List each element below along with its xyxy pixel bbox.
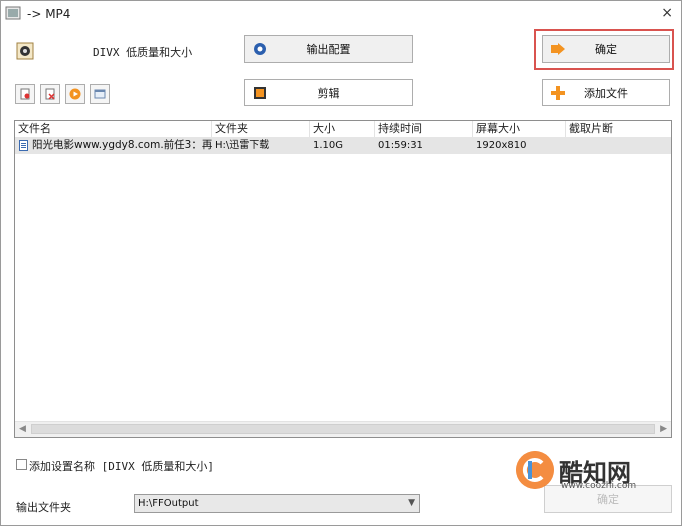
media-info-button[interactable] <box>90 84 110 104</box>
column-header-resolution[interactable]: 屏幕大小 <box>473 121 566 137</box>
scroll-right-icon[interactable]: ▶ <box>660 424 667 434</box>
coozhi-logo-icon <box>516 451 554 489</box>
output-config-label: 输出配置 <box>306 43 351 56</box>
new-file-icon <box>20 88 30 100</box>
play-button[interactable] <box>65 84 85 104</box>
confirm-label: 确定 <box>595 43 617 56</box>
scrollbar-thumb[interactable] <box>31 424 655 434</box>
file-list[interactable]: 文件名 文件夹 大小 持续时间 屏幕大小 截取片断 阳光电影www.ygdy8.… <box>14 120 672 438</box>
add-preset-name-label: 添加设置名称 [DIVX 低质量和大小] <box>29 460 214 473</box>
watermark-url: www.coozhi.com <box>561 481 637 491</box>
arrow-right-icon <box>551 43 565 55</box>
column-header-folder[interactable]: 文件夹 <box>212 121 310 137</box>
video-file-icon <box>19 140 28 151</box>
app-icon <box>5 6 21 20</box>
window-title: -> MP4 <box>27 7 71 21</box>
clip-button[interactable]: 剪辑 <box>244 79 413 106</box>
output-folder-label: 输出文件夹 <box>16 501 71 514</box>
file-list-header: 文件名 文件夹 大小 持续时间 屏幕大小 截取片断 <box>15 121 671 138</box>
table-row[interactable]: 阳光电影www.ygdy8.com.前任3：再见... H:\迅雷下载 1.10… <box>15 137 671 154</box>
watermark: 酷知网 www.coozhi.com <box>511 447 676 495</box>
gear-icon <box>254 43 266 55</box>
output-folder-value: H:\FFOutput <box>138 498 199 509</box>
cell-duration: 01:59:31 <box>378 140 423 151</box>
clip-label: 剪辑 <box>317 86 340 100</box>
title-bar: -> MP4 × <box>1 1 681 27</box>
cell-folder: H:\迅雷下载 <box>215 140 270 151</box>
preset-label: DIVX 低质量和大小 <box>93 46 193 59</box>
cell-size: 1.10G <box>313 140 344 151</box>
output-config-button[interactable]: 输出配置 <box>244 35 413 63</box>
output-folder-select[interactable]: H:\FFOutput ▼ <box>134 494 420 513</box>
confirm-button[interactable]: 确定 <box>542 35 670 63</box>
cell-resolution: 1920x810 <box>476 140 527 151</box>
scroll-left-icon[interactable]: ◀ <box>19 424 26 434</box>
delete-file-icon <box>45 88 55 100</box>
cell-clip <box>566 137 671 154</box>
film-reel-icon <box>16 42 34 60</box>
new-task-button[interactable] <box>15 84 35 104</box>
add-file-label: 添加文件 <box>584 86 628 100</box>
close-icon[interactable]: × <box>661 5 673 21</box>
horizontal-scrollbar[interactable]: ◀ ▶ <box>15 421 671 437</box>
remove-task-button[interactable] <box>40 84 60 104</box>
column-header-clip[interactable]: 截取片断 <box>566 121 671 137</box>
info-window-icon <box>94 89 106 99</box>
plus-icon <box>551 85 565 100</box>
film-clip-icon <box>254 86 266 99</box>
column-header-name[interactable]: 文件名 <box>15 121 212 137</box>
chevron-down-icon: ▼ <box>408 498 415 508</box>
add-preset-name-checkbox[interactable] <box>16 459 27 470</box>
column-header-duration[interactable]: 持续时间 <box>375 121 473 137</box>
add-file-button[interactable]: 添加文件 <box>542 79 670 106</box>
app-window: -> MP4 × DIVX 低质量和大小 输出配置 确定 剪辑 添加文件 文件名… <box>0 0 682 526</box>
column-header-size[interactable]: 大小 <box>310 121 375 137</box>
cell-file-name: 阳光电影www.ygdy8.com.前任3：再见... <box>32 139 212 151</box>
play-icon <box>69 88 81 100</box>
